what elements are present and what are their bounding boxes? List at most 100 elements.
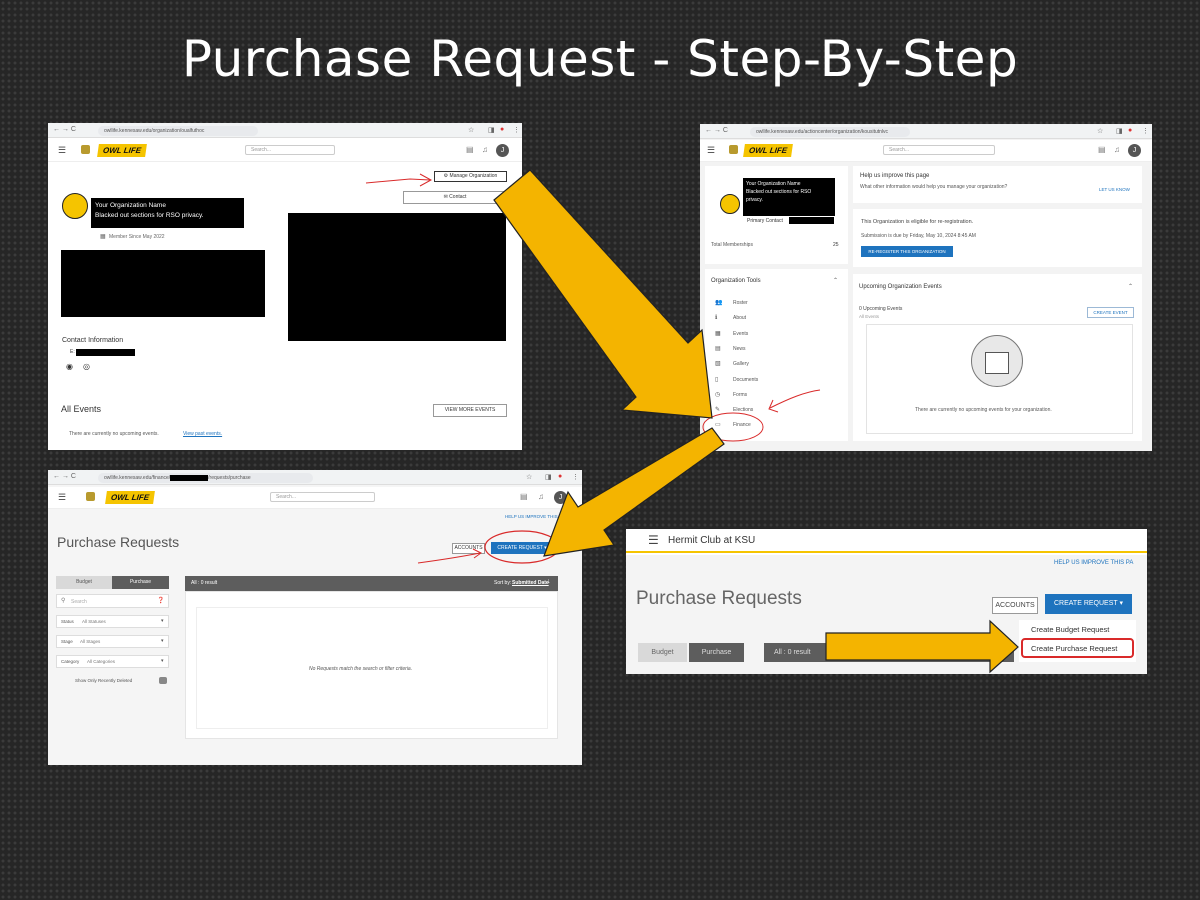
chevron-up-icon[interactable]: ⌃	[833, 277, 838, 284]
sidepanel-icon[interactable]: ◨	[1116, 127, 1123, 135]
upcoming-count: 0 Upcoming Events	[859, 306, 903, 312]
search-input[interactable]: Search...	[245, 145, 335, 155]
redacted-email	[76, 349, 135, 356]
help-improve-link[interactable]: HELP US IMPROVE THIS PAGE	[505, 514, 571, 519]
browser-nav-icons[interactable]: ← → C	[53, 126, 76, 133]
tool-item-elections[interactable]: ✎ Elections	[705, 404, 848, 418]
avatar[interactable]: J	[496, 144, 509, 157]
calendar-icon[interactable]: ▤	[1098, 145, 1106, 154]
profile-icon[interactable]: ●	[500, 126, 504, 133]
owl-life-logo[interactable]: OWL LIFE	[105, 491, 155, 504]
star-icon[interactable]: ☆	[468, 126, 474, 134]
avatar[interactable]: J	[1128, 144, 1141, 157]
instagram-icon[interactable]: ◎	[83, 362, 90, 371]
sidepanel-icon[interactable]: ◨	[488, 126, 495, 134]
search-input[interactable]: Search...	[883, 145, 995, 155]
sort-value[interactable]: Submitted Date	[512, 580, 549, 586]
recently-deleted-toggle[interactable]	[159, 677, 167, 684]
create-request-button[interactable]: CREATE REQUEST ▾	[1045, 594, 1132, 614]
org-tools-list: 👥 Roster ℹ About ▦ Events ▤ News ▧ Gallery ▯ Docume…	[705, 297, 848, 437]
create-request-button[interactable]: CREATE REQUEST ▾	[491, 542, 553, 554]
hamburger-menu-icon[interactable]: ☰	[58, 145, 66, 156]
view-more-events-button[interactable]: VIEW MORE EVENTS	[433, 404, 507, 417]
tool-item-roster[interactable]: 👥 Roster	[705, 297, 848, 311]
help-improve-link[interactable]: HELP US IMPROVE THIS PA	[1054, 560, 1133, 566]
tool-label: About	[733, 315, 747, 322]
tool-item-finance[interactable]: ▭ Finance	[705, 419, 848, 433]
stage-value: All Stages	[80, 639, 101, 644]
tool-item-news[interactable]: ▤ News	[705, 343, 848, 357]
org-privacy-note: Blacked out sections for RSO privacy.	[95, 212, 204, 219]
menu-icon[interactable]: ⋮	[513, 126, 520, 134]
filter-search-placeholder: Search	[71, 599, 87, 605]
calendar-icon[interactable]: ▤	[466, 145, 474, 154]
let-us-know-link[interactable]: LET US KNOW	[1099, 187, 1130, 192]
stage-select[interactable]: Stage All Stages ▾	[56, 635, 169, 648]
hamburger-menu-icon[interactable]: ☰	[58, 492, 66, 503]
hamburger-menu-icon[interactable]: ☰	[648, 533, 659, 547]
no-events-text: There are currently no upcoming events.	[69, 431, 159, 437]
notification-icon[interactable]: ♫	[1114, 145, 1120, 154]
menu-icon[interactable]: ⋮	[1142, 127, 1149, 135]
org-card: Your Organization Name Blacked out secti…	[705, 166, 848, 264]
tool-item-events[interactable]: ▦ Events	[705, 328, 848, 342]
status-select[interactable]: Status All Statuses ▾	[56, 615, 169, 628]
notification-icon[interactable]: ♫	[482, 145, 488, 154]
browser-nav-icons[interactable]: ← → C	[705, 127, 728, 134]
tab-budget[interactable]: Budget	[56, 576, 112, 589]
forms-icon: ◷	[715, 391, 721, 398]
reregister-panel: This Organization is eligible for re-reg…	[853, 209, 1142, 267]
avatar[interactable]: J	[554, 491, 567, 504]
filter-search-input[interactable]: ⚲ Search ❓	[56, 594, 169, 608]
browser-nav-icons[interactable]: ← → C	[53, 473, 76, 480]
accounts-button[interactable]: ACCOUNTS	[452, 543, 485, 554]
member-since: Member Since May 2022	[109, 234, 165, 240]
tool-item-documents[interactable]: ▯ Documents	[705, 374, 848, 388]
address-bar[interactable]: owllife.kennesaw.edu/actioncenter/organi…	[750, 127, 910, 137]
tab-budget[interactable]: Budget	[638, 643, 687, 662]
profile-icon[interactable]: ●	[558, 473, 562, 480]
org-name-box: Your Organization Name Blacked out secti…	[743, 178, 835, 216]
accounts-button[interactable]: ACCOUNTS	[992, 597, 1038, 614]
owl-life-logo[interactable]: OWL LIFE	[743, 144, 793, 157]
manage-organization-button[interactable]: ⚙ Manage Organization	[434, 171, 507, 182]
view-past-events-link[interactable]: View past events.	[183, 431, 222, 437]
eligible-text: This Organization is eligible for re-reg…	[861, 219, 974, 225]
tab-purchase[interactable]: Purchase	[689, 643, 744, 662]
category-select[interactable]: Category All Categories ▾	[56, 655, 169, 668]
notification-icon[interactable]: ♫	[538, 492, 544, 501]
status-value: All Statuses	[82, 619, 106, 624]
tool-item-forms[interactable]: ◷ Forms	[705, 389, 848, 403]
tool-item-gallery[interactable]: ▧ Gallery	[705, 358, 848, 372]
tool-label: Gallery	[733, 361, 749, 368]
reregister-button[interactable]: RE-REGISTER THIS ORGANIZATION	[861, 246, 953, 257]
help-icon[interactable]: ❓	[157, 597, 164, 604]
address-bar[interactable]: owllife.kennesaw.edu/organization/oualfu…	[98, 126, 258, 136]
profile-icon[interactable]: ●	[1128, 127, 1132, 134]
redacted-url-segment	[170, 474, 209, 481]
category-value: All Categories	[87, 659, 116, 664]
status-label: Status	[61, 619, 74, 624]
hamburger-menu-icon[interactable]: ☰	[707, 145, 715, 156]
chevron-up-icon[interactable]: ⌃	[1128, 283, 1133, 290]
menu-item-create-purchase-request[interactable]: Create Purchase Request	[1021, 638, 1134, 658]
tab-purchase[interactable]: Purchase	[112, 576, 169, 589]
tool-item-about[interactable]: ℹ About	[705, 312, 848, 326]
sort-direction-icon[interactable]: ↓	[547, 578, 551, 585]
owl-life-logo[interactable]: OWL LIFE	[97, 144, 147, 157]
all-events-link[interactable]: All Events	[859, 314, 879, 319]
star-icon[interactable]: ☆	[526, 473, 532, 481]
calendar-icon[interactable]: ▤	[520, 492, 528, 501]
address-bar[interactable]: owllife.kennesaw.edu/finance//requests/p…	[98, 473, 313, 483]
menu-item-create-budget-request[interactable]: Create Budget Request	[1031, 625, 1109, 634]
create-event-button[interactable]: CREATE EVENT	[1087, 307, 1134, 318]
screenshot-create-request-menu: ☰ Hermit Club at KSU HELP US IMPROVE THI…	[626, 529, 1147, 674]
menu-icon[interactable]: ⋮	[572, 473, 579, 481]
calendar-icon: ▦	[100, 234, 106, 240]
globe-icon[interactable]: ◉	[66, 362, 73, 371]
contact-button[interactable]: ✉ Contact	[403, 191, 507, 204]
all-events-heading: All Events	[61, 404, 102, 414]
search-input[interactable]: Search...	[270, 492, 375, 502]
star-icon[interactable]: ☆	[1097, 127, 1103, 135]
sidepanel-icon[interactable]: ◨	[545, 473, 552, 481]
